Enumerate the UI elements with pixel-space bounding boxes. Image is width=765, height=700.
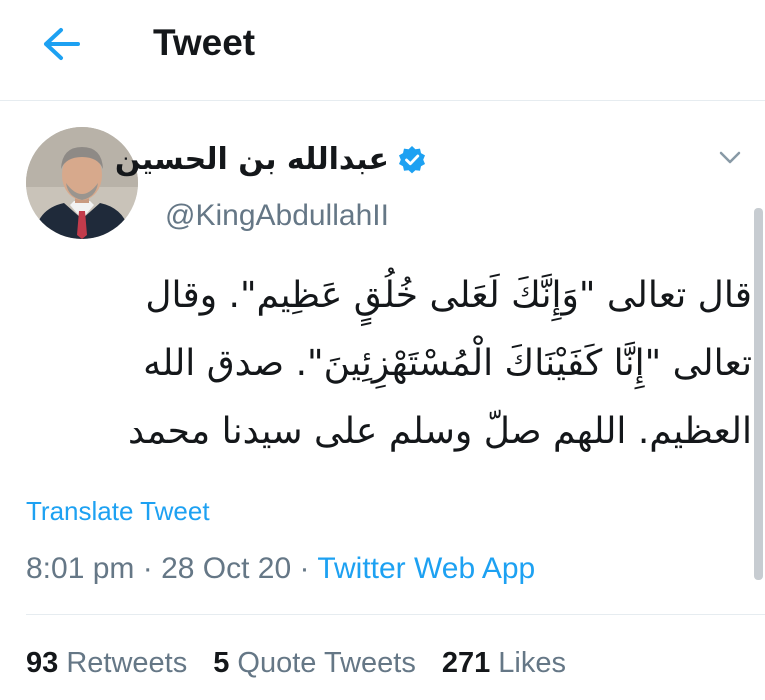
engagement-stats: 93 Retweets 5 Quote Tweets 271 Likes (26, 642, 566, 684)
page-title: Tweet (153, 22, 256, 63)
divider (26, 614, 765, 615)
retweets-stat[interactable]: 93 Retweets (26, 642, 187, 684)
tweet-text-line: العظيم. اللهم صلّ وسلم على سيدنا محمد (127, 411, 752, 452)
tweet-text-line: تعالى "إِنَّا كَفَيْنَاكَ الْمُسْتَهْزِئ… (143, 343, 752, 384)
tweet-time: 8:01 pm (26, 552, 135, 585)
likes-stat[interactable]: 271 Likes (442, 642, 566, 684)
back-button[interactable] (36, 22, 86, 66)
retweets-label: Retweets (66, 647, 188, 679)
scrollbar[interactable] (754, 208, 763, 580)
more-options-button[interactable] (712, 143, 748, 173)
tweet-source-link[interactable]: Twitter Web App (317, 552, 535, 585)
top-bar: Tweet (0, 0, 765, 101)
tweet-metadata: 8:01 pm · 28 Oct 20 · Twitter Web App (26, 548, 535, 590)
likes-label: Likes (498, 647, 566, 679)
retweets-count: 93 (26, 647, 59, 679)
meta-separator: · (299, 552, 310, 585)
translate-tweet-link[interactable]: Translate Tweet (26, 493, 210, 529)
arrow-left-icon (44, 28, 80, 60)
meta-separator: · (142, 552, 153, 585)
tweet-date: 28 Oct 20 (161, 552, 292, 585)
quote-tweets-label: Quote Tweets (237, 647, 416, 679)
tweet-detail-page: Tweet عبدالله بن الحسين @KingAbdullahII … (0, 0, 765, 700)
likes-count: 271 (441, 647, 491, 679)
author-name-row[interactable]: عبدالله بن الحسين (115, 140, 427, 180)
verified-badge-icon (399, 146, 425, 174)
tweet-text: قال تعالى "وَإِنَّكَ لَعَلى خُلُقٍ عَظِي… (30, 262, 752, 466)
author-display-name: عبدالله بن الحسين (114, 142, 389, 177)
quote-tweets-stat[interactable]: 5 Quote Tweets (213, 642, 416, 684)
quote-tweets-count: 5 (213, 647, 230, 679)
author-handle[interactable]: @KingAbdullahII (165, 197, 389, 235)
chevron-down-icon (719, 151, 741, 164)
tweet-text-line: قال تعالى "وَإِنَّكَ لَعَلى خُلُقٍ عَظِي… (145, 275, 752, 316)
